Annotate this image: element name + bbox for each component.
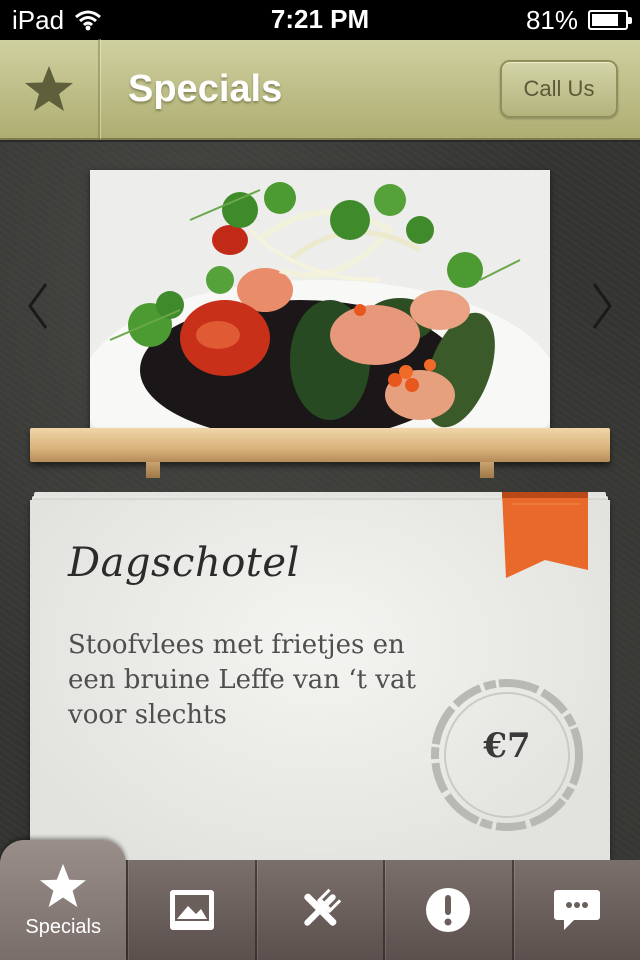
device-name: iPad	[12, 4, 65, 35]
status-bar: iPad 7:21 PM 81%	[0, 0, 640, 40]
tab-info[interactable]	[383, 860, 511, 960]
battery-icon	[588, 10, 632, 30]
special-card[interactable]: Dagschotel Stoofvlees met frietjes en ee…	[30, 492, 610, 860]
dish-illustration	[90, 170, 550, 442]
special-card-stack: Dagschotel Stoofvlees met frietjes en ee…	[30, 492, 610, 860]
image-icon	[169, 890, 214, 930]
fork-knife-icon	[304, 888, 342, 926]
tab-menu[interactable]	[254, 860, 383, 960]
chevron-right-icon[interactable]	[590, 282, 614, 330]
nav-bar: Specials Call Us	[0, 39, 640, 140]
tab-gallery[interactable]	[126, 860, 254, 960]
status-right: 81%	[525, 4, 632, 36]
dish-photo[interactable]	[90, 170, 550, 442]
star-icon	[25, 66, 73, 111]
chevron-left-icon[interactable]	[26, 282, 50, 330]
chat-bubble-icon	[553, 890, 600, 930]
special-price: €7	[483, 726, 531, 766]
page-title: Specials	[128, 67, 283, 110]
shelf-bracket	[480, 462, 494, 478]
favorites-button[interactable]	[0, 39, 100, 139]
battery-percent: 81%	[525, 4, 578, 35]
call-us-button[interactable]: Call Us	[500, 60, 618, 118]
tab-label: Specials	[25, 915, 101, 938]
tab-contact[interactable]	[511, 860, 640, 960]
main-content: Dagschotel Stoofvlees met frietjes en ee…	[0, 142, 640, 860]
tab-bar: Specials	[0, 840, 640, 960]
wifi-icon	[75, 10, 102, 31]
special-description: Stoofvlees met frietjes en een bruine Le…	[68, 630, 416, 730]
info-alert-icon	[426, 888, 471, 932]
tab-specials[interactable]: Specials	[0, 840, 127, 960]
status-left: iPad	[12, 5, 102, 36]
bookmark-ribbon-icon	[502, 492, 588, 578]
wooden-shelf	[30, 428, 610, 462]
shelf-bracket	[146, 462, 160, 478]
star-icon	[40, 863, 87, 907]
special-title: Dagschotel	[68, 540, 300, 586]
battery-fill	[592, 14, 618, 26]
